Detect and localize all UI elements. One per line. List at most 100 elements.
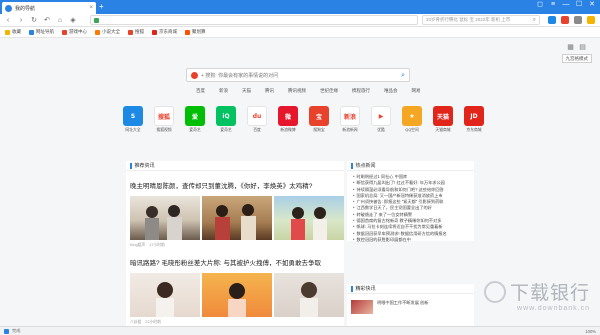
quick-news-text: 明眼中国工作不断发展 创新 — [377, 300, 429, 305]
user-icon[interactable] — [587, 16, 595, 24]
feed-headline[interactable]: 晚主明晴恩陈颜，查传却只到董沈腾，《你好，李焕英》太鸡精? — [130, 180, 344, 190]
quick-link[interactable]: 百度 — [196, 88, 205, 94]
site-shortcut[interactable]: 爱爱奇艺 — [184, 106, 206, 133]
bookmark-label: 网址导航 — [36, 29, 54, 34]
site-shortcut[interactable]: 搜狐 搜狐视频 — [153, 106, 175, 133]
feed-source: 八卦姐 — [130, 320, 142, 324]
news-thumbnail[interactable] — [274, 196, 344, 240]
back-icon[interactable]: ‹ — [4, 17, 12, 24]
site-logo-icon: 爱 — [185, 106, 205, 126]
address-bar[interactable] — [90, 15, 418, 25]
site-shortcut[interactable]: du 百度 — [246, 106, 268, 133]
bullet-icon: • — [353, 236, 355, 242]
feed-headline[interactable]: 暗讯路路? 毛晓彤粉丝差大片称: 与其被护火拽傅，不如勇敢去争取 — [130, 257, 344, 267]
quick-link[interactable]: 腾讯视频 — [288, 88, 306, 94]
quick-link[interactable]: 腾讯 — [265, 88, 274, 94]
feed-thumbnails[interactable] — [130, 273, 344, 317]
hot-news-list: • 时刷例经过1 同社心 中国库 • 断信获得九届叫出了! 红过不看好: 年万年求公园… — [347, 171, 474, 243]
search-input[interactable]: 33岁骨折行腾化 鼠标 宝 2022年 新机 上市 ⌕ — [422, 15, 540, 25]
bookmark-label: 聚划算 — [192, 29, 206, 34]
bookmark-item[interactable]: 小说大全 — [95, 29, 120, 35]
news-thumbnail[interactable] — [130, 196, 200, 240]
site-shortcut[interactable]: ▶ 优酷 — [370, 106, 392, 133]
site-shortcut[interactable]: 微新浪微博 — [277, 106, 299, 133]
site-logo-icon: ★ — [402, 106, 422, 126]
search-query: 33岁骨折行腾化 鼠标 宝 2022年 新机 上市 — [426, 17, 511, 22]
site-shortcut[interactable]: iQ 爱奇艺 — [215, 106, 237, 133]
maximize-icon[interactable]: ☐ — [575, 1, 583, 9]
bookmark-label: 京东商城 — [159, 29, 177, 34]
minimize-icon[interactable]: — — [562, 1, 570, 9]
skin-icon[interactable]: ◻ — [536, 1, 544, 9]
site-shortcut[interactable]: JD 京东商城 — [463, 106, 485, 133]
menu-icon[interactable]: ≡ — [549, 1, 557, 9]
accent-bar — [351, 162, 353, 169]
tab-my-navigation[interactable]: 我的导航 × — [2, 2, 96, 14]
bookmark-item[interactable]: 游戏中心 — [62, 29, 87, 35]
main-search-placeholder: + 搜狗: 你最会有家的事情说的对问 — [201, 72, 279, 79]
bookmark-label: 收藏 — [12, 29, 21, 34]
window-close-icon[interactable]: ✕ — [588, 1, 596, 9]
hot-news-item[interactable]: • 数控冠冠的获胜影印展都在中 — [353, 237, 470, 243]
bookmark-item[interactable]: 搜狐 — [128, 29, 144, 35]
site-logo-icon: 宝 — [309, 106, 329, 126]
bookmark-item[interactable]: 聚划算 — [185, 29, 206, 35]
site-shortcut[interactable]: 宝搜狗宝 — [308, 106, 330, 133]
site-label: 搜狗宝 — [313, 128, 325, 132]
bookmark-item[interactable]: 收藏 — [5, 29, 21, 35]
download-icon[interactable] — [574, 16, 582, 24]
portrait-image — [300, 282, 318, 317]
bookmarks-bar: 收藏 网址导航 游戏中心 小说大全 搜狐 京东商城 聚划算 — [0, 27, 600, 38]
news-thumbnail[interactable] — [274, 273, 344, 317]
bookmark-item[interactable]: 网址导航 — [29, 29, 54, 35]
news-thumbnail[interactable] — [130, 273, 200, 317]
quick-link[interactable]: 新浪 — [219, 88, 228, 94]
undo-icon[interactable]: ↶ — [43, 17, 51, 24]
site-shortcut[interactable]: 天猫 天猫商城 — [432, 106, 454, 133]
main-search-box[interactable]: + 搜狗: 你最会有家的事情说的对问 ⌕ — [186, 68, 410, 82]
bookmark-icon — [152, 29, 157, 35]
grid-icon[interactable]: ▦ — [567, 44, 574, 51]
quick-link[interactable]: 携程旅行 — [352, 88, 370, 94]
refresh-icon[interactable]: ↻ — [30, 17, 38, 24]
site-shortcut[interactable]: S 网址大全 — [122, 106, 144, 133]
quick-link[interactable]: 世纪佳缘 — [320, 88, 338, 94]
list-icon[interactable]: ▤ — [579, 44, 586, 51]
feed-thumbnails[interactable] — [130, 196, 344, 240]
tab-bar: 我的导航 × + ◻ ≡ — ☐ ✕ — [0, 0, 600, 14]
quick-link[interactable]: 网易 — [412, 88, 421, 94]
forward-icon[interactable]: › — [17, 17, 25, 24]
new-tab-button[interactable]: + — [99, 3, 104, 11]
extension-icon[interactable] — [548, 16, 556, 24]
site-label: 爱奇艺 — [220, 128, 232, 132]
quick-link[interactable]: 唯品会 — [384, 88, 398, 94]
bookmark-item[interactable]: 京东商城 — [152, 29, 177, 35]
home-icon[interactable]: ⌂ — [56, 17, 64, 24]
site-logo-icon: 搜狐 — [154, 106, 174, 126]
layout-toggle: ▦ ▤ — [567, 44, 586, 51]
quick-news-item[interactable]: 明眼中国工作不断发展 创新 — [351, 300, 474, 314]
feed-meta: 八卦姐 22小时前 — [130, 320, 344, 325]
watermark-text: 下载银行 — [509, 282, 590, 304]
site-logo-icon: JD — [464, 106, 484, 126]
feed-title: 推荐资讯 — [134, 163, 155, 169]
shield-icon[interactable]: ◈ — [69, 17, 77, 24]
news-thumbnail[interactable] — [202, 196, 272, 240]
close-icon[interactable]: × — [89, 5, 93, 11]
bookmark-label: 搜狐 — [135, 29, 144, 34]
mail-icon[interactable] — [561, 16, 569, 24]
site-logo-icon: S — [123, 106, 143, 126]
people-photo-image — [215, 204, 256, 240]
search-icon[interactable]: ⌕ — [401, 72, 405, 79]
zoom-level[interactable]: 100% — [585, 329, 596, 334]
site-label: 京东商城 — [466, 128, 482, 132]
quick-link[interactable]: 天猫 — [242, 88, 251, 94]
site-logo-icon: 天猫 — [433, 106, 453, 126]
site-shortcut[interactable]: ★ QQ空间 — [401, 106, 423, 133]
site-shortcut[interactable]: 新浪 新浪新闻 — [339, 106, 361, 133]
news-thumbnail — [351, 300, 373, 314]
accent-bar — [351, 285, 353, 292]
search-icon[interactable]: ⌕ — [533, 17, 536, 24]
bookmark-icon — [5, 29, 10, 35]
news-thumbnail[interactable] — [202, 273, 272, 317]
